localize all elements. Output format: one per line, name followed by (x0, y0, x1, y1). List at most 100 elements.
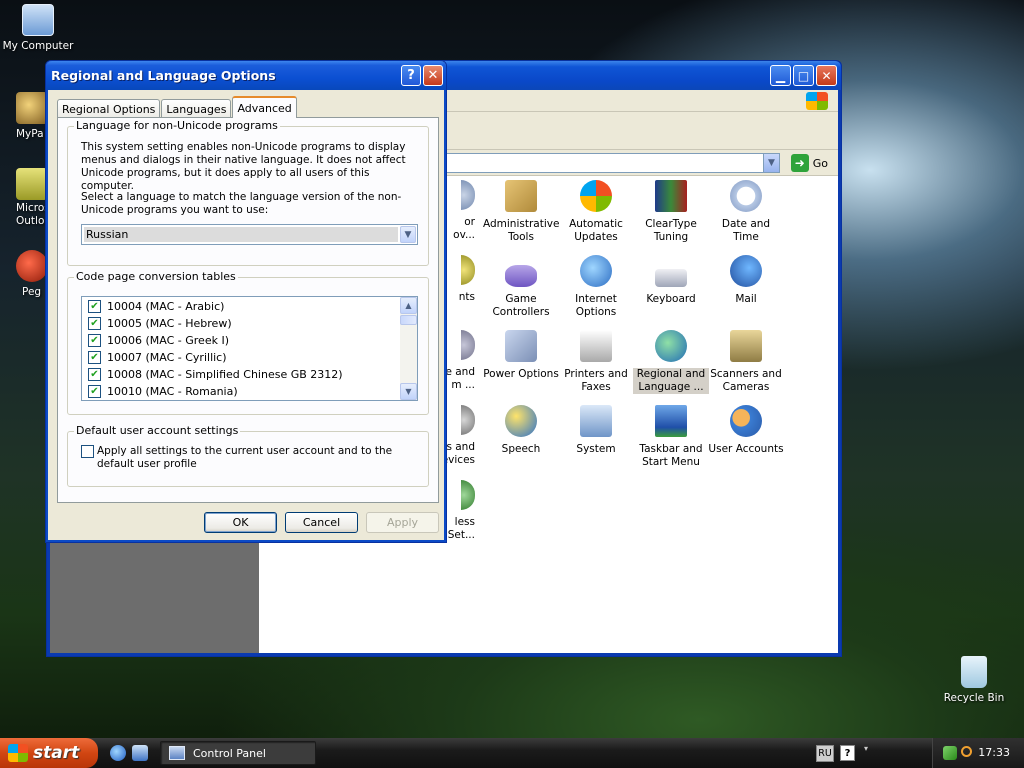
cp-item-power-options[interactable]: Power Options (483, 330, 559, 381)
code-page-row[interactable]: ✔ 10004 (MAC - Arabic) (82, 298, 417, 315)
apply-button[interactable]: Apply (366, 512, 439, 533)
control-panel-icon (169, 746, 185, 760)
system-tray: 17:33 (932, 738, 1024, 768)
partial-item-label: or ov... (453, 216, 475, 241)
date-time-icon (730, 180, 762, 212)
scroll-down-button[interactable]: ▼ (400, 383, 417, 400)
code-page-checkbox[interactable]: ✔ (88, 300, 101, 313)
start-label: start (33, 743, 80, 763)
desktop-icon-recycle-bin[interactable]: Recycle Bin (936, 656, 1012, 704)
address-dropdown-button[interactable]: ▼ (763, 153, 780, 173)
cp-item-regional-language[interactable]: Regional and Language ... (633, 330, 709, 394)
mail-icon (730, 255, 762, 287)
power-options-icon (505, 330, 537, 362)
desktop-icon-my-computer[interactable]: My Computer (0, 4, 76, 52)
code-page-checkbox[interactable]: ✔ (88, 368, 101, 381)
cp-item-cleartype-tuning[interactable]: ClearType Tuning (633, 180, 709, 244)
ok-button[interactable]: OK (204, 512, 277, 533)
help-button[interactable]: ? (401, 65, 421, 86)
cleartype-icon (655, 180, 687, 212)
code-page-checkbox[interactable]: ✔ (88, 317, 101, 330)
cp-item-label: Date and Time (721, 218, 771, 243)
dialog-titlebar[interactable]: Regional and Language Options ? ✕ (46, 61, 446, 90)
speech-icon (505, 405, 537, 437)
default-user-checkbox-label[interactable]: Apply all settings to the current user a… (97, 445, 407, 471)
partial-item[interactable]: or ov... (445, 180, 475, 242)
non-unicode-group: Language for non-Unicode programs This s… (67, 119, 429, 266)
game-controllers-icon (505, 265, 537, 287)
code-page-row[interactable]: ✔ 10006 (MAC - Greek I) (82, 332, 417, 349)
cp-item-label: Administrative Tools (483, 218, 560, 243)
cp-item-speech[interactable]: Speech (483, 405, 559, 456)
code-page-checkbox[interactable]: ✔ (88, 334, 101, 347)
code-page-list[interactable]: ✔ 10004 (MAC - Arabic) ✔ 10005 (MAC - Hebre… (81, 296, 418, 401)
regional-language-icon (655, 330, 687, 362)
cp-item-label: Scanners and Cameras (710, 368, 782, 393)
cp-item-user-accounts[interactable]: User Accounts (708, 405, 784, 456)
cp-item-taskbar-startmenu[interactable]: Taskbar and Start Menu (633, 405, 709, 469)
cp-item-internet-options[interactable]: Internet Options (558, 255, 634, 319)
partial-item[interactable]: nts (445, 255, 475, 304)
internet-explorer-icon[interactable] (110, 745, 126, 761)
code-page-rows: ✔ 10004 (MAC - Arabic) ✔ 10005 (MAC - Hebre… (82, 297, 417, 400)
language-indicator[interactable]: RU (816, 745, 834, 762)
tab-strip: Regional Options Languages Advanced (57, 96, 298, 118)
tab-advanced[interactable]: Advanced (232, 96, 297, 118)
cp-item-scanners-cameras[interactable]: Scanners and Cameras (708, 330, 784, 394)
cp-item-keyboard[interactable]: Keyboard (633, 255, 709, 306)
cp-item-automatic-updates[interactable]: Automatic Updates (558, 180, 634, 244)
cp-item-label: Printers and Faxes (564, 368, 628, 393)
help-tray-icon[interactable]: ? (840, 745, 855, 761)
cancel-button[interactable]: Cancel (285, 512, 358, 533)
cp-item-date-time[interactable]: Date and Time (708, 180, 784, 244)
task-label: Control Panel (193, 746, 266, 760)
administrative-tools-icon (505, 180, 537, 212)
dialog-body: Regional Options Languages Advanced Lang… (49, 90, 443, 539)
code-page-label: 10007 (MAC - Cyrillic) (107, 351, 227, 364)
language-select[interactable]: Russian ▼ (81, 224, 418, 245)
tab-regional-options[interactable]: Regional Options (57, 99, 161, 118)
code-page-row[interactable]: ✔ 10010 (MAC - Romania) (82, 383, 417, 400)
non-unicode-description: This system setting enables non-Unicode … (81, 141, 406, 192)
code-page-row[interactable]: ✔ 10005 (MAC - Hebrew) (82, 315, 417, 332)
desktop-icon-label: Recycle Bin (943, 692, 1005, 704)
quick-launch-icon[interactable] (132, 745, 148, 761)
cp-item-system[interactable]: System (558, 405, 634, 456)
chevron-down-icon[interactable]: ▼ (400, 226, 416, 243)
group-label: Code page conversion tables (74, 270, 238, 283)
internet-options-icon (580, 255, 612, 287)
cp-item-label: Keyboard (646, 293, 696, 305)
dialog-title: Regional and Language Options (51, 68, 276, 83)
code-page-row[interactable]: ✔ 10008 (MAC - Simplified Chinese GB 2312… (82, 366, 417, 383)
network-icon[interactable] (943, 746, 957, 760)
cp-item-administrative-tools[interactable]: Administrative Tools (483, 180, 559, 244)
code-page-checkbox[interactable]: ✔ (88, 385, 101, 398)
scanners-cameras-icon (730, 330, 762, 362)
code-page-row[interactable]: ✔ 10007 (MAC - Cyrillic) (82, 349, 417, 366)
close-button[interactable]: ✕ (816, 65, 837, 86)
search-icon[interactable] (961, 746, 972, 757)
maximize-button[interactable]: □ (793, 65, 814, 86)
tab-languages[interactable]: Languages (161, 99, 232, 118)
vertical-scrollbar[interactable]: ▲ ▼ (400, 297, 417, 400)
close-button[interactable]: ✕ (423, 65, 443, 86)
go-button[interactable]: ➜ Go (790, 154, 828, 172)
user-accounts-icon (730, 405, 762, 437)
default-user-checkbox[interactable] (81, 445, 94, 458)
peg-icon (16, 250, 48, 282)
cp-item-game-controllers[interactable]: Game Controllers (483, 255, 559, 319)
group-label: Default user account settings (74, 424, 241, 437)
cp-item-label: Mail (735, 293, 757, 305)
cp-item-mail[interactable]: Mail (708, 255, 784, 306)
code-page-label: 10010 (MAC - Romania) (107, 385, 238, 398)
code-page-checkbox[interactable]: ✔ (88, 351, 101, 364)
language-bar-options-icon[interactable]: ▾ (864, 744, 872, 760)
scroll-up-button[interactable]: ▲ (400, 297, 417, 314)
start-button[interactable]: start (0, 738, 98, 768)
scroll-thumb[interactable] (400, 315, 417, 325)
minimize-button[interactable]: ▁ (770, 65, 791, 86)
printers-faxes-icon (580, 330, 612, 362)
taskbar-button-control-panel[interactable]: Control Panel (160, 741, 316, 765)
cp-item-printers-faxes[interactable]: Printers and Faxes (558, 330, 634, 394)
clock[interactable]: 17:33 (978, 746, 1010, 759)
